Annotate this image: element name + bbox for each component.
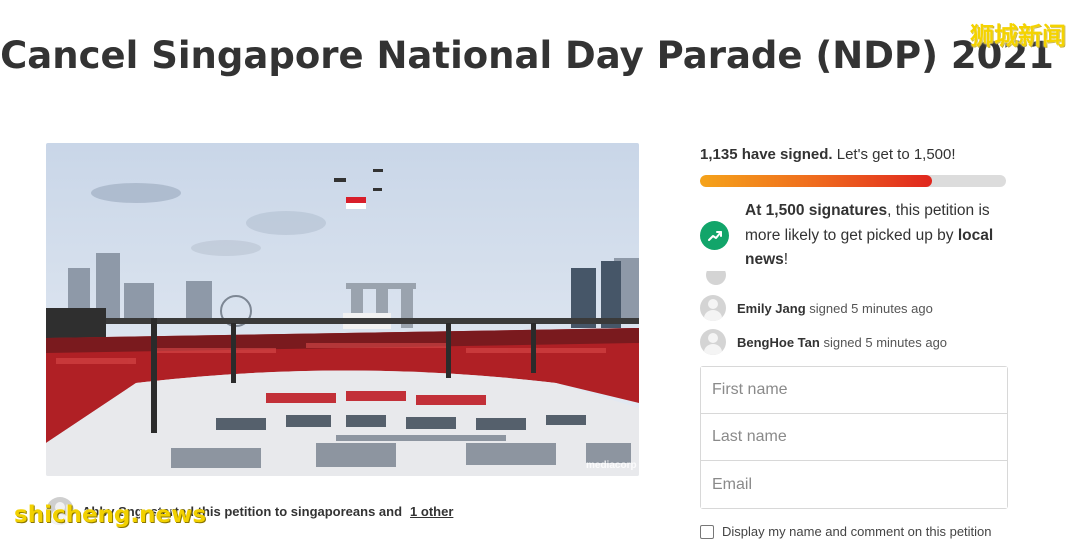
signature-panel: 1,135 have signed. Let's get to 1,500! A… [700,146,1006,273]
email-input[interactable] [701,461,1007,508]
signer-action: signed 5 minutes ago [823,334,948,350]
promo-text: At 1,500 signatures, this petition is mo… [745,199,1006,273]
display-name-label: Display my name and comment on this peti… [722,524,992,539]
signer-name: Emily Jang [737,300,806,316]
signature-progress-bar [700,175,1006,187]
first-name-input[interactable] [701,367,1007,414]
signer-avatar [700,329,726,355]
display-name-checkbox[interactable] [700,524,714,539]
watermark-bottom: shicheng.news [14,502,207,528]
partial-signer-avatar [706,271,726,285]
trending-up-icon [700,221,729,251]
hero-image: mediacorp [46,143,639,476]
recent-signer: Emily Jang signed 5 minutes ago [700,291,1006,325]
signer-action: signed 5 minutes ago [809,300,933,316]
recent-signer: BengHoe Tan signed 5 minutes ago [700,325,1006,359]
others-link[interactable]: 1 other [410,504,453,519]
last-name-input[interactable] [701,414,1007,461]
display-name-option[interactable]: Display my name and comment on this peti… [700,524,992,539]
signature-count: 1,135 have signed. Let's get to 1,500! [700,146,1006,163]
watermark-top: 狮城新闻 [970,22,1066,50]
signature-progress-fill [700,175,932,187]
signature-goal-text: Let's get to 1,500! [836,146,956,163]
petition-title: Cancel Singapore National Day Parade (ND… [0,34,1054,77]
promo-end: ! [783,251,789,268]
signer-name: BengHoe Tan [737,334,820,350]
photo-credit: mediacorp [586,460,637,471]
recent-signers-list: Emily Jang signed 5 minutes ago BengHoe … [700,291,1006,359]
sign-form [700,366,1008,509]
promo-lead: At 1,500 signatures [745,202,888,219]
signature-count-strong: 1,135 have signed. [700,146,833,163]
signer-avatar [700,295,726,321]
promo-message: At 1,500 signatures, this petition is mo… [700,199,1006,273]
